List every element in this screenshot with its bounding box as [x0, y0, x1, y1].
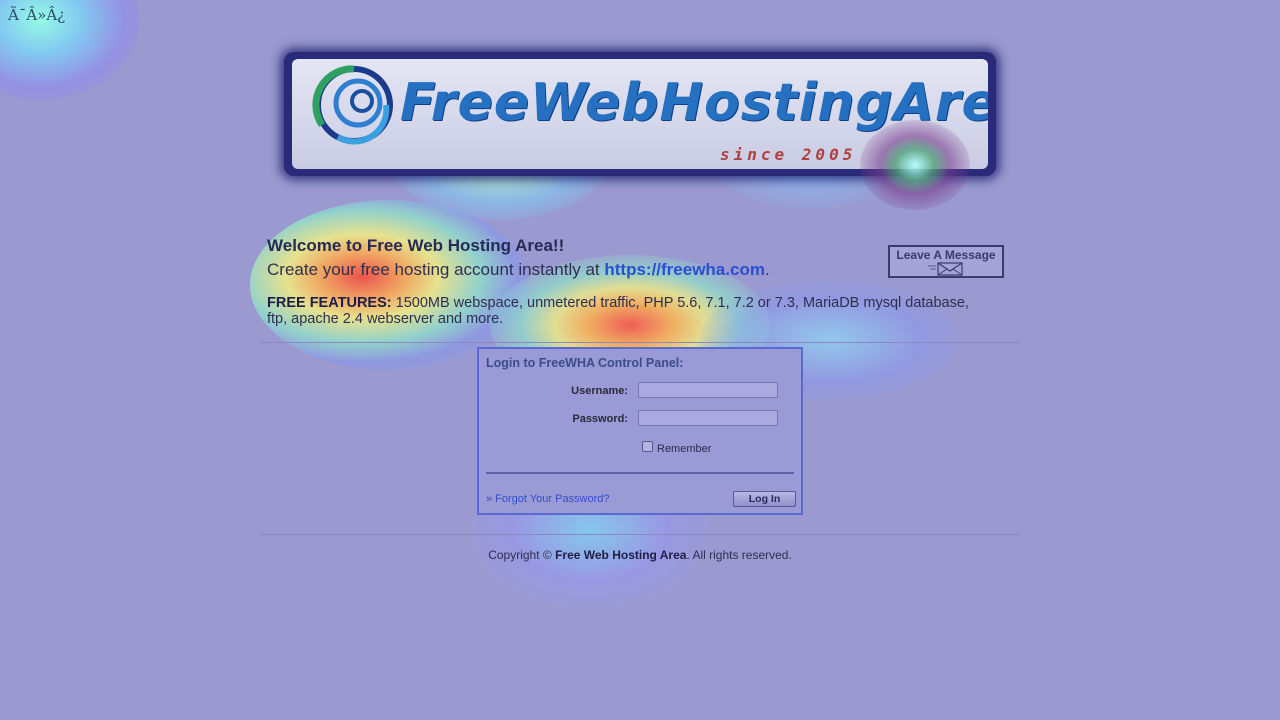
envelope-icon	[928, 262, 963, 276]
create-prefix: Create your free hosting account instant…	[267, 260, 605, 279]
copyright-footer: Copyright © Free Web Hosting Area. All r…	[0, 548, 1280, 562]
username-label: Username:	[571, 385, 628, 397]
encoding-glyphs: Ã¯Â»Â¿	[8, 6, 66, 24]
login-panel: Login to FreeWHA Control Panel: Username…	[477, 347, 803, 515]
heatmap-blob	[250, 200, 530, 370]
welcome-heading: Welcome to Free Web Hosting Area!!	[267, 236, 565, 255]
copyright-suffix: . All rights reserved.	[686, 548, 792, 562]
create-account-text: Create your free hosting account instant…	[267, 260, 770, 280]
remember-checkbox[interactable]	[642, 441, 653, 452]
username-input[interactable]	[638, 382, 778, 398]
leave-message-label: Leave A Message	[896, 248, 996, 262]
site-banner[interactable]: FreeWebHostingArea since 2005	[284, 52, 996, 176]
login-button[interactable]: Log In	[733, 491, 796, 507]
password-input[interactable]	[638, 410, 778, 426]
features-text: FREE FEATURES: 1500MB webspace, unmetere…	[267, 295, 987, 327]
banner-panel: FreeWebHostingArea since 2005	[292, 59, 988, 169]
copyright-prefix: Copyright ©	[488, 548, 556, 562]
banner-tagline: since 2005	[720, 145, 857, 164]
login-title: Login to FreeWHA Control Panel:	[486, 356, 684, 370]
password-label: Password:	[572, 413, 628, 425]
features-label: FREE FEATURES:	[267, 295, 392, 311]
freewha-link[interactable]: https://freewha.com	[604, 260, 765, 279]
site-logo-text: FreeWebHostingArea	[400, 73, 988, 133]
divider	[260, 342, 1020, 343]
swirl-logo-icon	[312, 65, 393, 145]
forgot-password-link[interactable]: » Forgot Your Password?	[486, 493, 610, 505]
leave-message-button[interactable]: Leave A Message	[888, 245, 1004, 278]
divider	[260, 534, 1020, 535]
remember-label: Remember	[657, 443, 712, 455]
create-suffix: .	[764, 260, 770, 279]
copyright-site-name: Free Web Hosting Area	[555, 548, 687, 562]
login-separator	[486, 472, 794, 474]
